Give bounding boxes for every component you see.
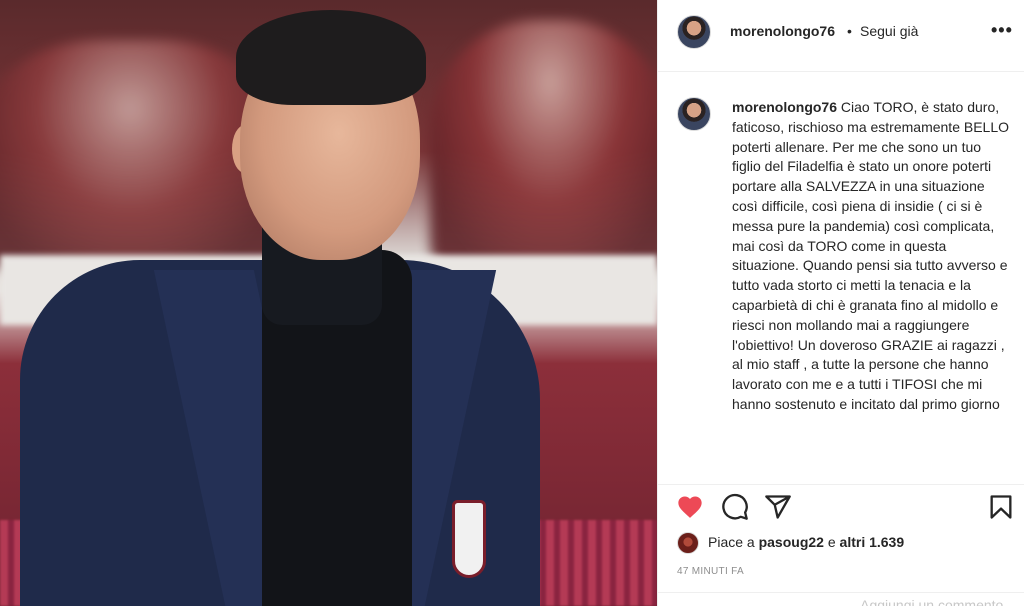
- avatar[interactable]: [677, 15, 711, 49]
- post-header: morenolongo76 • Segui già •••: [658, 0, 1024, 72]
- liker-avatar[interactable]: [677, 532, 699, 554]
- likes-prefix: Piace a: [708, 534, 755, 550]
- caption-section: morenolongo76 Ciao TORO, è stato duro, f…: [658, 72, 1024, 484]
- avatar[interactable]: [677, 97, 711, 131]
- background-crowd: [430, 20, 657, 270]
- caption-body: Ciao TORO, è stato duro, faticoso, risch…: [732, 99, 1010, 412]
- caption-username[interactable]: morenolongo76: [732, 99, 837, 115]
- liker-username[interactable]: pasoug22: [759, 534, 824, 550]
- likes-others-link[interactable]: altri 1.639: [840, 534, 905, 550]
- heart-icon[interactable]: [676, 493, 704, 521]
- add-comment-field[interactable]: Aggiungi un commento...: [658, 592, 1024, 606]
- share-icon[interactable]: [764, 493, 792, 521]
- hair: [236, 10, 426, 105]
- likes-text: Piace a pasoug22 e altri 1.639: [708, 534, 904, 550]
- action-bar: [658, 484, 1024, 528]
- comment-icon[interactable]: [721, 493, 749, 521]
- post-timestamp[interactable]: 47 MINUTI FA: [677, 566, 744, 577]
- bookmark-icon[interactable]: [987, 493, 1015, 521]
- separator-dot: •: [847, 23, 852, 39]
- comment-placeholder: Aggiungi un commento...: [860, 597, 1015, 606]
- post-photo[interactable]: [0, 0, 657, 606]
- post-panel: morenolongo76 • Segui già ••• morenolong…: [657, 0, 1024, 606]
- likes-middle: e: [827, 534, 836, 550]
- caption-text: morenolongo76 Ciao TORO, è stato duro, f…: [732, 98, 1012, 415]
- follow-status-button[interactable]: Segui già: [860, 23, 918, 39]
- more-options-icon[interactable]: •••: [991, 20, 1013, 41]
- likes-row: Piace a pasoug22 e altri 1.639: [658, 528, 1024, 558]
- club-crest-badge: [452, 500, 486, 578]
- username-link[interactable]: morenolongo76: [730, 23, 835, 39]
